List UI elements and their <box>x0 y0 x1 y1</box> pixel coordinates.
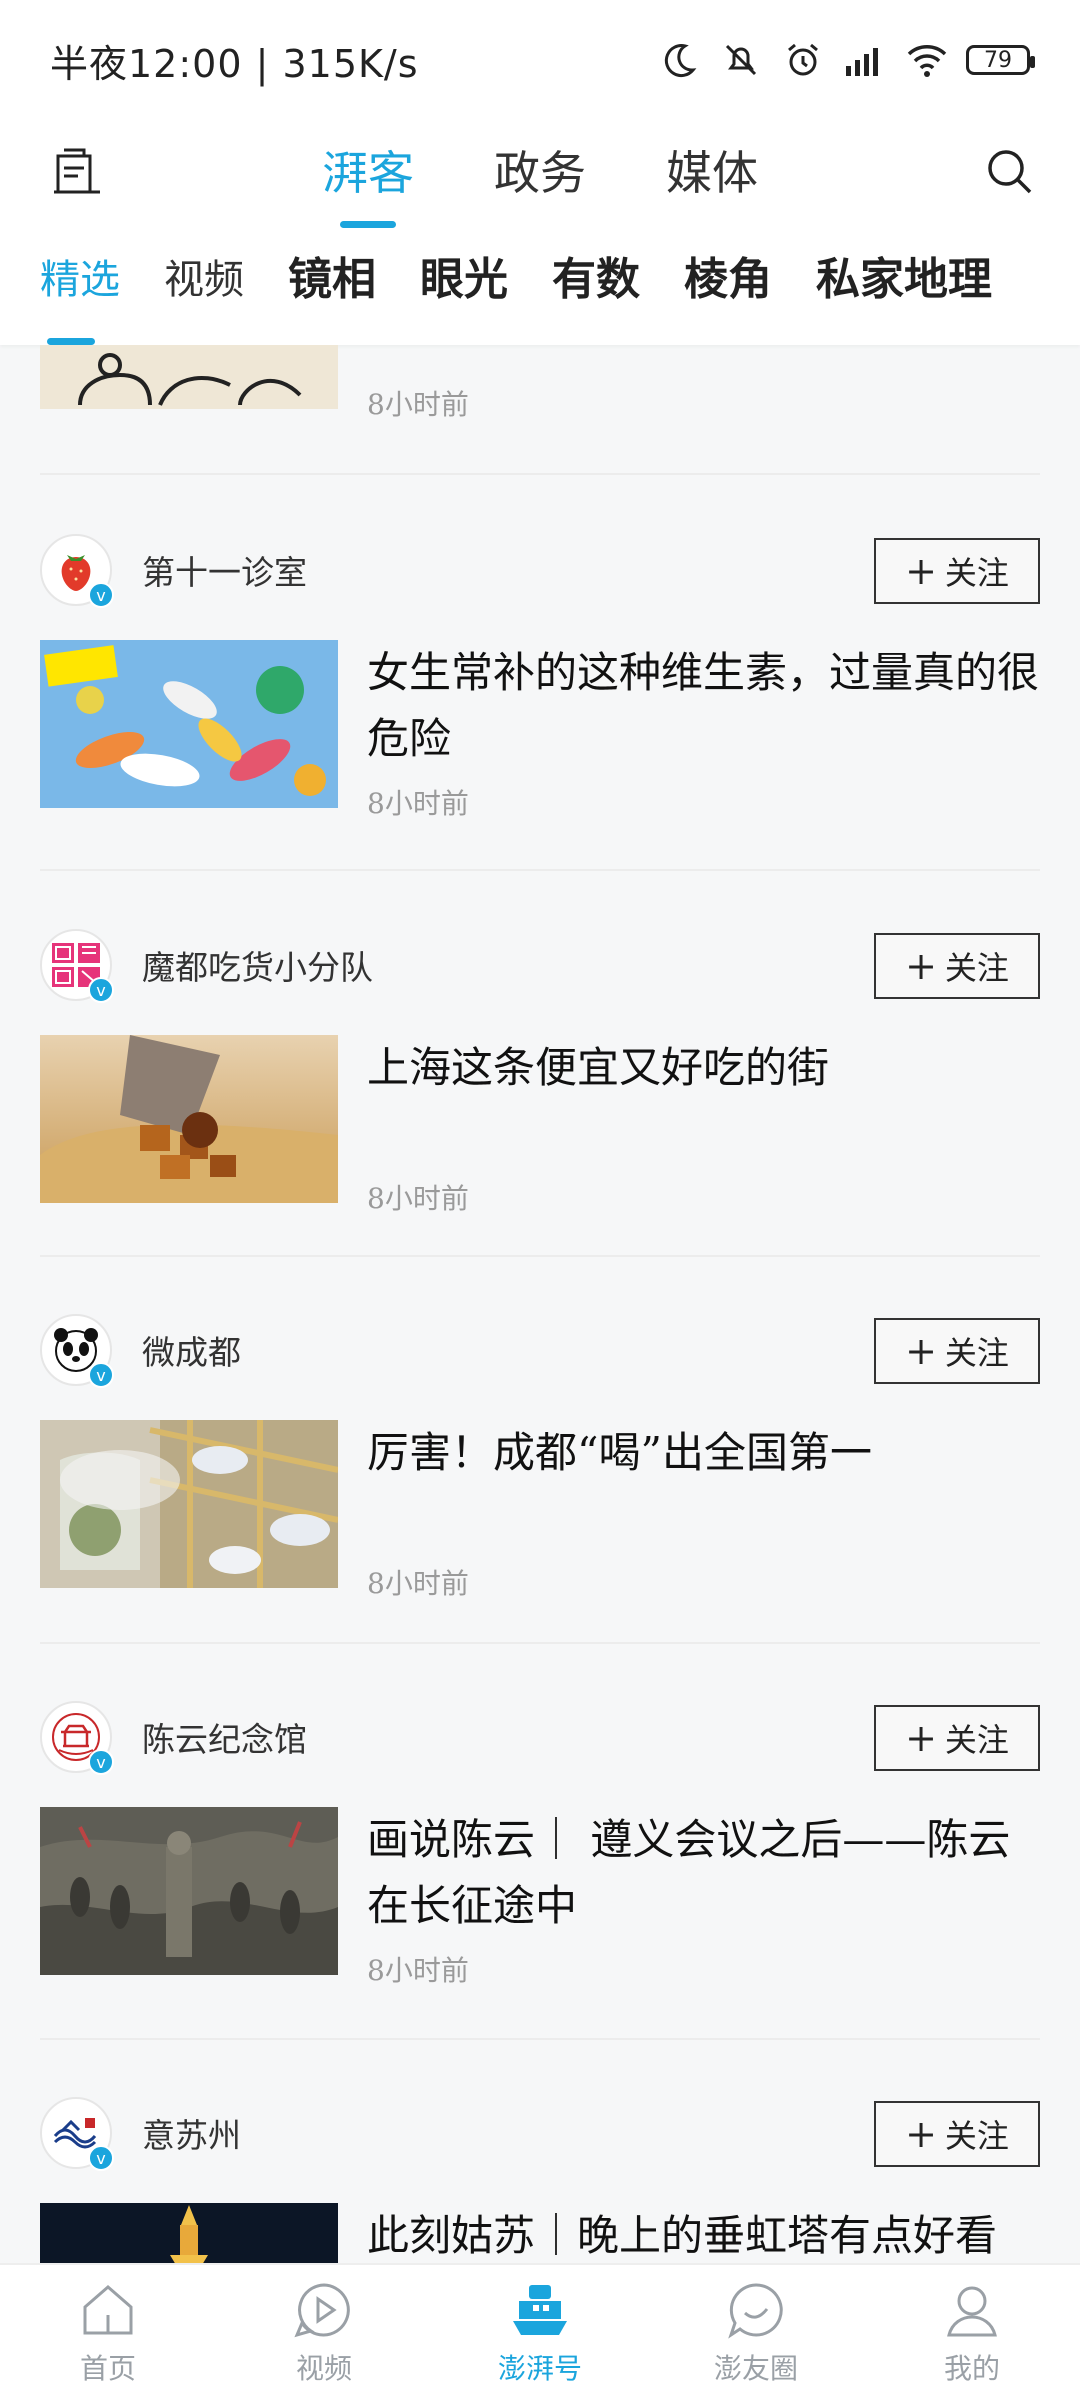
card-body: 画说陈云｜ 遵义会议之后——陈云在长征途中 8小时前 <box>40 1807 1040 1987</box>
publish-time: 8小时前 <box>367 787 469 820</box>
signal-icon <box>842 37 888 83</box>
home-icon <box>83 2284 133 2334</box>
ship-icon <box>513 2284 567 2335</box>
publish-time: 8小时前 <box>367 1954 469 1987</box>
follow-button[interactable]: + 关注 <box>874 1705 1040 1771</box>
card-body: 此刻姑苏｜晚上的垂虹塔有点好看 <box>40 2203 1040 2263</box>
status-time: 半夜12:00 | 315K/s <box>50 41 419 86</box>
video-icon <box>294 2282 350 2337</box>
card-header: v 意苏州 + 关注 <box>40 2093 1040 2173</box>
top-tabs: 湃客 政务 媒体 <box>0 120 1080 230</box>
publish-time: 8小时前 <box>367 1567 469 1600</box>
nav-pengyouquan[interactable]: 澎友圈 <box>653 2279 859 2387</box>
publish-time: 8小时前 <box>367 1182 469 1215</box>
verified-icon: v <box>88 1749 114 1775</box>
subtab-shipin[interactable]: 视频 <box>142 230 266 345</box>
wifi-icon <box>904 37 950 83</box>
avatar[interactable]: v <box>40 1701 114 1775</box>
tab-meiti[interactable]: 媒体 <box>656 120 768 230</box>
bottom-nav: 首页 视频 澎湃号 澎友圈 我的 <box>0 2263 1080 2400</box>
user-icon <box>947 2286 997 2336</box>
top-nav: 湃客 政务 媒体 <box>0 120 1080 230</box>
article-card[interactable]: v 陈云纪念馆 + 关注 画说陈云｜ 遵义会议之后——陈云在长征途中 8小时前 <box>40 1697 1040 1987</box>
article-thumbnail <box>40 345 338 409</box>
divider <box>40 2038 1040 2040</box>
avatar[interactable]: v <box>40 2097 114 2171</box>
verified-icon: v <box>88 2145 114 2171</box>
verified-icon: v <box>88 977 114 1003</box>
status-bar: 半夜12:00 | 315K/s 79 <box>0 0 1080 120</box>
divider <box>40 1255 1040 1257</box>
verified-icon: v <box>88 1362 114 1388</box>
card-header: v 陈云纪念馆 + 关注 <box>40 1697 1040 1777</box>
card-body: 上海这条便宜又好吃的街 8小时前 <box>40 1035 1040 1215</box>
follow-button[interactable]: + 关注 <box>874 2101 1040 2167</box>
divider <box>40 1642 1040 1644</box>
alarm-icon <box>780 37 826 83</box>
plus-icon: + <box>905 2112 937 2156</box>
plus-icon: + <box>905 1329 937 1373</box>
follow-button[interactable]: + 关注 <box>874 1318 1040 1384</box>
follow-button[interactable]: + 关注 <box>874 538 1040 604</box>
author-name[interactable]: 魔都吃货小分队 <box>142 941 373 989</box>
article-card[interactable]: v 第十一诊室 + 关注 女生常补的这种维生素，过量真的很危险 8小时前 <box>40 530 1040 820</box>
avatar[interactable]: v <box>40 1314 114 1388</box>
article-thumbnail <box>40 1807 338 1975</box>
plus-icon: + <box>905 1716 937 1760</box>
plus-icon: + <box>905 549 937 593</box>
avatar[interactable]: v <box>40 929 114 1003</box>
avatar[interactable]: v <box>40 534 114 608</box>
nav-pengpaihao[interactable]: 澎湃号 <box>437 2279 643 2387</box>
tab-paike[interactable]: 湃客 <box>312 120 424 230</box>
author-name[interactable]: 意苏州 <box>142 2109 241 2157</box>
card-header: v 第十一诊室 + 关注 <box>40 530 1040 610</box>
author-name[interactable]: 陈云纪念馆 <box>142 1713 307 1761</box>
article-thumbnail <box>40 2203 338 2263</box>
chat-icon <box>728 2282 783 2339</box>
subtab-jingxiang[interactable]: 镜相 <box>266 230 398 345</box>
subtab-yanguang[interactable]: 眼光 <box>398 230 530 345</box>
divider <box>40 473 1040 475</box>
article-card[interactable]: v 微成都 + 关注 厉害！成都“喝”出全国第一 8小时前 <box>40 1310 1040 1600</box>
article-thumbnail <box>40 1035 338 1203</box>
article-thumbnail <box>40 640 338 808</box>
status-icons: 79 <box>656 37 1035 83</box>
author-name[interactable]: 第十一诊室 <box>142 546 307 594</box>
plus-icon: + <box>905 944 937 988</box>
nav-home[interactable]: 首页 <box>5 2279 211 2387</box>
article-title[interactable]: 厉害！成都“喝”出全国第一 <box>367 1420 1040 1486</box>
nav-profile[interactable]: 我的 <box>869 2279 1075 2387</box>
verified-icon: v <box>88 582 114 608</box>
subtab-sijiadili[interactable]: 私家地理 <box>794 230 1014 345</box>
mute-bell-icon <box>718 37 764 83</box>
search-icon[interactable] <box>980 142 1040 202</box>
card-header: v 微成都 + 关注 <box>40 1310 1040 1390</box>
feed-list: 8小时前 v 第十一诊室 + 关注 女生常补的这种维生素，过量真的很危险 8小时前… <box>0 345 1080 2263</box>
publish-time: 8小时前 <box>367 388 469 421</box>
article-card[interactable]: v 魔都吃货小分队 + 关注 上海这条便宜又好吃的街 8小时前 <box>40 925 1040 1215</box>
nav-video[interactable]: 视频 <box>221 2279 427 2387</box>
article-card[interactable]: v 意苏州 + 关注 此刻姑苏｜晚上的垂虹塔有点好看 <box>40 2093 1040 2263</box>
article-title[interactable]: 画说陈云｜ 遵义会议之后——陈云在长征途中 <box>367 1807 1040 1939</box>
sub-tabs: 精选 视频 镜相 眼光 有数 棱角 私家地理 <box>0 230 1080 345</box>
article-title[interactable]: 上海这条便宜又好吃的街 <box>367 1035 1040 1101</box>
author-name[interactable]: 微成都 <box>142 1326 241 1374</box>
moon-icon <box>656 37 702 83</box>
subtab-lengjiao[interactable]: 棱角 <box>662 230 794 345</box>
card-header: v 魔都吃货小分队 + 关注 <box>40 925 1040 1005</box>
card-body: 女生常补的这种维生素，过量真的很危险 8小时前 <box>40 640 1040 820</box>
subtab-jingxuan[interactable]: 精选 <box>0 230 142 345</box>
divider <box>40 869 1040 871</box>
article-title[interactable]: 此刻姑苏｜晚上的垂虹塔有点好看 <box>367 2203 1040 2263</box>
subtab-youshu[interactable]: 有数 <box>530 230 662 345</box>
list-item[interactable]: 8小时前 <box>40 345 1040 475</box>
card-body: 厉害！成都“喝”出全国第一 8小时前 <box>40 1420 1040 1600</box>
article-thumbnail <box>40 1420 338 1588</box>
tab-zhengwu[interactable]: 政务 <box>484 120 596 230</box>
article-title[interactable]: 女生常补的这种维生素，过量真的很危险 <box>367 640 1040 772</box>
follow-button[interactable]: + 关注 <box>874 933 1040 999</box>
battery-indicator: 79 <box>966 45 1035 75</box>
